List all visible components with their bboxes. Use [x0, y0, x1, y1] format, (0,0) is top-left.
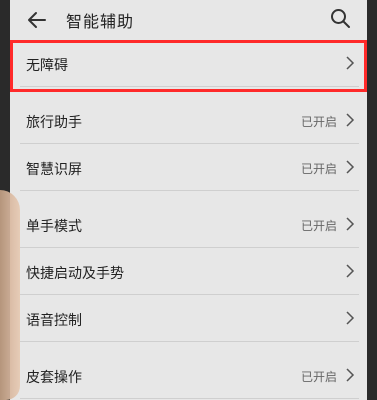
chevron-right-icon — [346, 311, 355, 325]
list-item-label: 快捷启动及手势 — [26, 266, 124, 282]
status-text: 已开启 — [300, 219, 337, 233]
list-item-label: 语音控制 — [26, 313, 82, 329]
photo-frame: 智能辅助 无障碍 旅行助手 已开启 智慧识屏 已开启 单手模式 已开启 快捷启动… — [0, 0, 377, 400]
list-item-label: 无障碍 — [26, 58, 68, 74]
list-item-accessibility[interactable]: 无障碍 — [20, 40, 359, 87]
search-icon[interactable] — [329, 7, 351, 29]
list-item-cover-operation[interactable]: 皮套操作 已开启 — [20, 352, 359, 399]
list-item-travel-assistant[interactable]: 旅行助手 已开启 — [20, 97, 359, 144]
status-text: 已开启 — [300, 162, 337, 176]
list-item-smart-screen[interactable]: 智慧识屏 已开启 — [20, 144, 359, 191]
back-arrow-icon[interactable] — [26, 9, 48, 31]
chevron-right-icon — [346, 56, 355, 70]
list-item-one-hand-mode[interactable]: 单手模式 已开启 — [20, 201, 359, 248]
status-text: 已开启 — [300, 370, 337, 384]
chevron-right-icon — [346, 160, 355, 174]
chevron-right-icon — [346, 217, 355, 231]
list-item-voice-control[interactable]: 语音控制 — [20, 295, 359, 342]
header-bar: 智能辅助 — [10, 0, 367, 40]
list-item-label: 单手模式 — [26, 219, 82, 235]
chevron-right-icon — [346, 368, 355, 382]
list-item-label: 智慧识屏 — [26, 162, 82, 178]
chevron-right-icon — [346, 264, 355, 278]
list-item-label: 皮套操作 — [26, 370, 82, 386]
chevron-right-icon — [346, 113, 355, 127]
finger-overlay — [0, 190, 20, 400]
list-item-quick-launch-gestures[interactable]: 快捷启动及手势 — [20, 248, 359, 295]
settings-list: 无障碍 旅行助手 已开启 智慧识屏 已开启 单手模式 已开启 快捷启动及手势 语… — [10, 40, 367, 399]
phone-screen: 智能辅助 无障碍 旅行助手 已开启 智慧识屏 已开启 单手模式 已开启 快捷启动… — [10, 0, 367, 400]
status-text: 已开启 — [300, 115, 337, 129]
page-title: 智能辅助 — [66, 12, 135, 31]
list-item-label: 旅行助手 — [26, 115, 82, 131]
